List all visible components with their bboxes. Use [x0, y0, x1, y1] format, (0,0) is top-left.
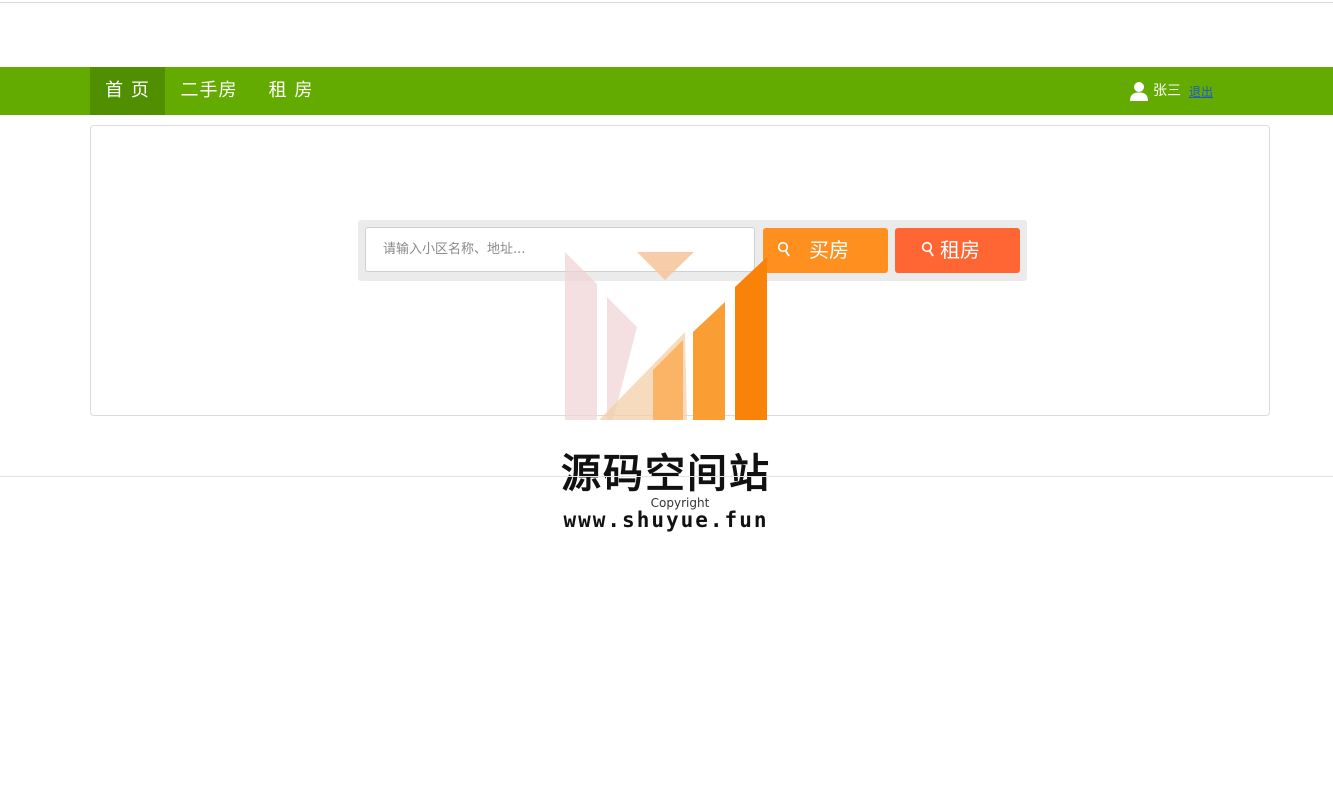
watermark-title: 源码空间站: [561, 451, 771, 497]
buy-button-label: 买房: [809, 238, 849, 262]
search-icon: [921, 241, 934, 257]
logout-link[interactable]: 退出: [1189, 84, 1213, 100]
top-divider: [0, 2, 1333, 3]
buy-house-button[interactable]: 买房: [763, 228, 888, 273]
watermark-logo: [565, 252, 767, 420]
nav-item-second-hand[interactable]: 二手房: [170, 67, 248, 115]
footer-divider: [0, 476, 1333, 477]
user-icon: [1130, 82, 1148, 101]
search-icon: [777, 241, 790, 257]
nav-item-rent[interactable]: 租 房: [255, 67, 327, 115]
user-name: 张三: [1153, 83, 1181, 99]
nav-item-home[interactable]: 首 页: [90, 67, 165, 115]
rent-house-button[interactable]: 租房: [895, 228, 1020, 273]
rent-button-label: 租房: [940, 238, 980, 262]
copyright-text: Copyright: [650, 496, 710, 510]
